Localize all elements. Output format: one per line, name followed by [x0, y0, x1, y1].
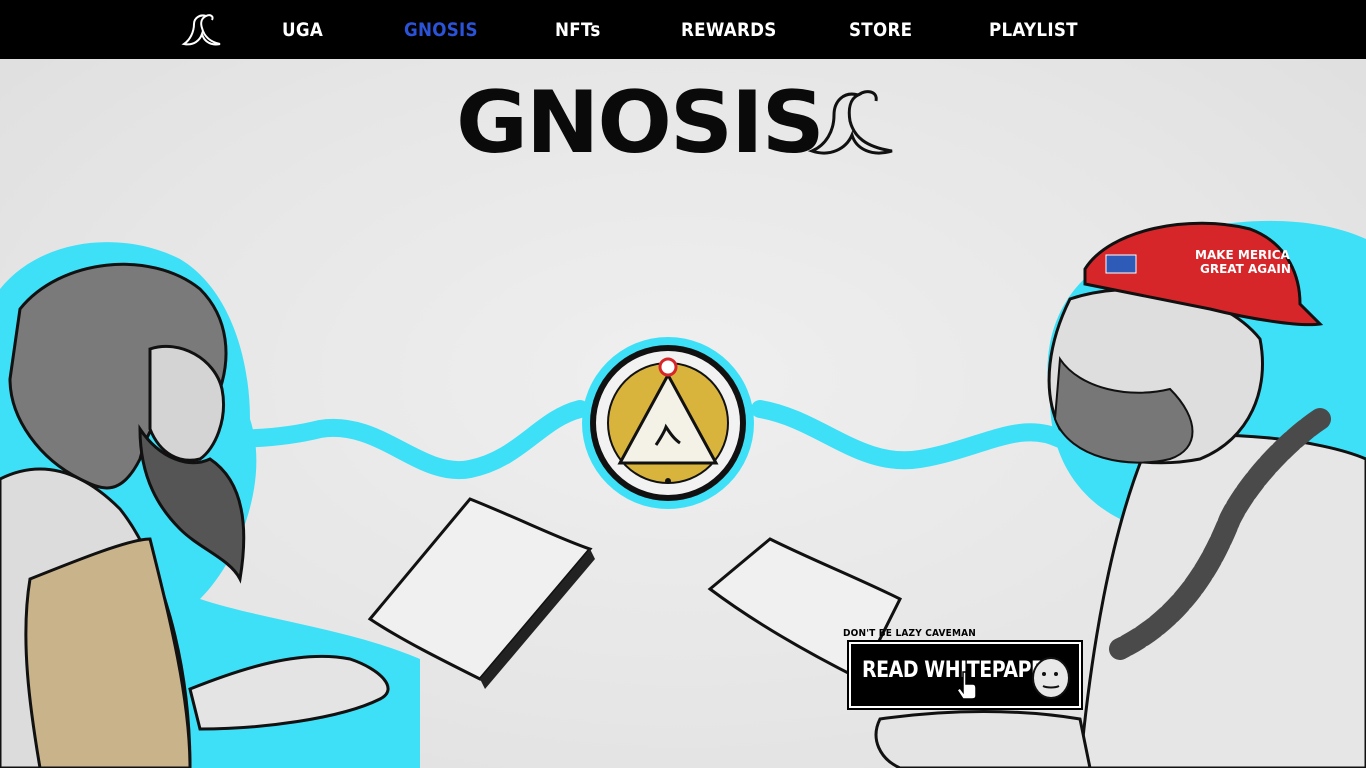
banana-peel-icon[interactable] — [180, 10, 224, 48]
nav-item-gnosis[interactable]: GNOSIS — [404, 18, 478, 42]
hat-text-1: MAKE MERICA — [1195, 248, 1291, 262]
pyramid-coin-icon — [582, 337, 754, 509]
nav-item-store[interactable]: STORE — [849, 18, 912, 42]
nav-item-nfts[interactable]: NFTs — [555, 18, 601, 42]
banana-peel-icon — [807, 90, 893, 155]
nav-item-uga[interactable]: UGA — [282, 18, 323, 42]
top-navbar: UGA GNOSIS NFTs REWARDS STORE PLAYLIST — [0, 0, 1366, 59]
wojak-face-icon — [1032, 657, 1070, 699]
nav-item-playlist[interactable]: PLAYLIST — [989, 18, 1078, 42]
energy-stream-right — [751, 400, 1069, 470]
page-title: GNOSIS — [456, 73, 825, 173]
hand-cursor-icon — [955, 671, 977, 700]
read-whitepaper-button[interactable]: READ WHITEPAPER — [849, 642, 1081, 708]
cta-caption: DON'T BE LAZY CAVEMAN — [843, 628, 977, 639]
hat-text-2: GREAT AGAIN — [1200, 262, 1291, 276]
nav-item-rewards[interactable]: REWARDS — [681, 18, 777, 42]
hero-section: MAKE MERICA GREAT AGAIN GNOSIS DON'T BE … — [0, 59, 1366, 768]
right-figure-hand — [874, 710, 1092, 768]
flag-icon — [1105, 254, 1137, 274]
